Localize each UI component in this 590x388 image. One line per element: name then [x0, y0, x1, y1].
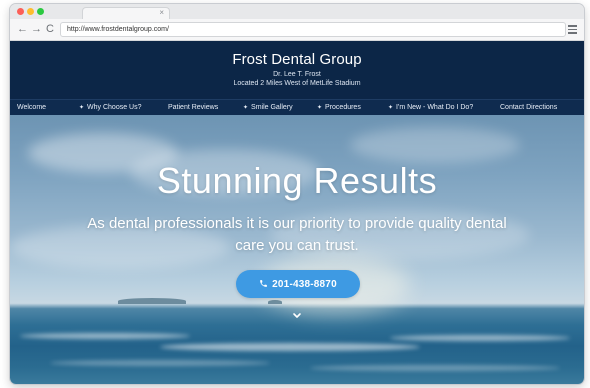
location-text: Located 2 Miles West of MetLife Stadium: [233, 80, 361, 87]
forward-icon[interactable]: →: [31, 22, 42, 36]
doctor-name: Dr. Lee T. Frost: [273, 71, 321, 78]
address-bar[interactable]: http://www.frostdentalgroup.com/: [60, 22, 566, 37]
main-nav: Welcome ✦ Why Choose Us? Patient Reviews ✦ Sm…: [10, 99, 584, 115]
browser-toolbar: ← → C http://www.frostdentalgroup.com/: [10, 19, 584, 41]
call-button[interactable]: 201-438-8870: [236, 270, 360, 298]
hero-section: Stunning Results As dental professionals…: [10, 115, 584, 384]
nav-item-label: Smile Gallery: [251, 104, 293, 111]
star-icon: ✦: [243, 105, 249, 111]
cloud: [350, 127, 520, 163]
wave: [20, 333, 190, 339]
site-title[interactable]: Frost Dental Group: [10, 51, 584, 69]
nav-item-label: Contact Directions: [500, 104, 558, 111]
nav-item[interactable]: ✦ I'm New - What Do I Do?: [388, 100, 473, 116]
chevron-down-icon[interactable]: [292, 308, 302, 318]
back-icon[interactable]: ←: [17, 22, 28, 36]
tab-close-icon[interactable]: ×: [159, 8, 164, 18]
nav-item[interactable]: Contact Directions: [500, 100, 557, 115]
nav-item[interactable]: ✦ Why Choose Us?: [79, 100, 142, 116]
nav-item[interactable]: ✦ Procedures: [317, 100, 361, 116]
star-icon: ✦: [317, 105, 323, 111]
hamburger-menu-icon[interactable]: [568, 25, 577, 34]
maximize-window-button[interactable]: [37, 8, 44, 15]
star-icon: ✦: [79, 105, 85, 111]
nav-item-label: Why Choose Us?: [87, 104, 142, 111]
close-window-button[interactable]: [17, 8, 24, 15]
island: [118, 298, 186, 304]
browser-window: × ← → C http://www.frostdentalgroup.com/…: [10, 4, 584, 384]
nav-item[interactable]: ✦ Smile Gallery: [243, 100, 293, 116]
nav-item-label: I'm New - What Do I Do?: [396, 104, 474, 111]
phone-icon: [259, 270, 268, 298]
browser-tab[interactable]: ×: [82, 7, 170, 19]
reload-icon[interactable]: C: [46, 22, 54, 36]
wave: [160, 343, 420, 351]
minimize-window-button[interactable]: [27, 8, 34, 15]
nav-item-label: Patient Reviews: [168, 104, 219, 111]
nav-item-label: Welcome: [17, 104, 47, 111]
nav-item[interactable]: Welcome: [17, 100, 46, 115]
nav-item-label: Procedures: [325, 104, 361, 111]
wave: [310, 365, 560, 371]
hero-title: Stunning Results: [156, 160, 438, 201]
nav-item[interactable]: Patient Reviews: [168, 100, 218, 115]
site-header: Frost Dental Group Dr. Lee T. Frost Loca…: [10, 41, 584, 99]
star-icon: ✦: [388, 105, 394, 111]
hero-tagline: As dental professionals it is our priori…: [87, 215, 507, 254]
wave: [390, 335, 570, 341]
phone-number: 201-438-8870: [272, 279, 337, 290]
wave: [50, 360, 270, 366]
tab-bar: ×: [10, 4, 584, 19]
island: [268, 300, 282, 304]
